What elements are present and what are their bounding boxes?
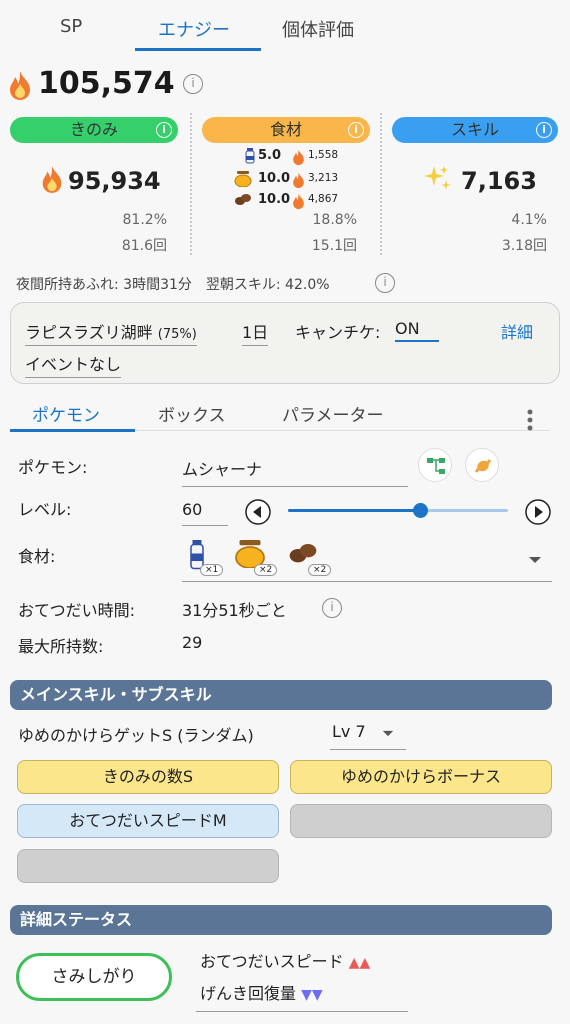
chevron-down-icon (529, 557, 541, 563)
divider (190, 113, 192, 255)
skills-section-header: メインスキル・サブスキル (10, 680, 552, 710)
skill-label: スキル (450, 120, 499, 139)
tab-pokemon[interactable]: ポケモン (32, 401, 100, 426)
skill-pct: 4.1% (511, 212, 547, 228)
tab-sp[interactable]: SP (60, 16, 82, 37)
candy-icon (474, 459, 492, 473)
berry-count: 81.6回 (121, 238, 167, 254)
down-arrow-icon: ▼▼ (301, 987, 323, 1003)
skill-count: 3.18回 (501, 238, 547, 254)
level-up-button[interactable] (524, 498, 552, 526)
subskill-button[interactable]: きのみの数S (17, 760, 279, 794)
ingredient-count-badge: ×2 (254, 564, 278, 576)
honey-icon (234, 171, 252, 187)
config-panel: ラピスラズリ湖畔 (75%) 1日 キャンチケ: ON 詳細 イベントなし (10, 302, 560, 384)
divider (380, 113, 382, 255)
flame-icon (293, 149, 304, 165)
flame-icon (10, 71, 30, 100)
flame-icon (293, 172, 304, 188)
berry-energy: 95,934 (68, 167, 161, 195)
flame-icon (293, 193, 304, 209)
berry-pct: 81.2% (122, 212, 167, 228)
camp-label: キャンチケ: (295, 323, 381, 342)
info-icon[interactable]: i (156, 122, 172, 138)
level-slider-track[interactable] (288, 503, 508, 518)
up-arrow-icon: ▲▲ (348, 955, 371, 971)
nature-up-row: おてつだいスピード ▲▲ (200, 948, 370, 972)
ingredient-count: 15.1回 (311, 238, 357, 254)
main-skill-name[interactable]: ゆめのかけらゲットS (ランダム) (18, 722, 254, 746)
level-slider-fill (288, 509, 420, 512)
ingredient-select[interactable]: ×1 ×2 ×2 (182, 538, 552, 582)
skill-level-select[interactable]: Lv 7 (330, 722, 406, 750)
ingredient-label: 食材 (269, 120, 302, 139)
pokemon-label: ポケモン: (18, 458, 88, 477)
nature-button[interactable]: さみしがり (16, 953, 172, 1001)
subskill-button-empty[interactable] (17, 849, 279, 883)
nature-underline (196, 1011, 408, 1012)
sparkle-icon (424, 166, 451, 190)
flame-icon (42, 165, 62, 193)
days-select[interactable]: 1日 (242, 319, 269, 346)
pokemon-name-input[interactable]: ムシャーナ (182, 456, 408, 487)
subskill-button[interactable]: ゆめのかけらボーナス (290, 760, 552, 794)
details-section-header: 詳細ステータス (10, 905, 552, 935)
level-slider-thumb[interactable] (413, 503, 428, 518)
level-input[interactable]: 60 (182, 500, 228, 526)
info-icon[interactable]: i (183, 74, 203, 94)
tab-evaluation[interactable]: 個体評価 (282, 16, 354, 42)
ingredient-pill: 食材 i (202, 117, 370, 143)
milk-icon (245, 148, 255, 164)
ingredient-field-label: 食材: (18, 547, 56, 566)
max-carry-value: 29 (182, 633, 203, 652)
nature-up-label: おてつだいスピード (200, 952, 344, 971)
camp-toggle[interactable]: ON (395, 319, 439, 342)
chevron-down-icon (382, 730, 394, 737)
help-time-value: 31分51秒ごと (182, 601, 287, 620)
tab-parameter[interactable]: パラメーター (282, 401, 384, 426)
top-tabs: SP エナジー 個体評価 (0, 0, 570, 54)
event-select[interactable]: イベントなし (25, 351, 122, 378)
skill-energy: 7,163 (461, 167, 537, 195)
more-menu-icon[interactable] (526, 408, 534, 432)
info-icon[interactable]: i (348, 122, 364, 138)
info-icon[interactable]: i (375, 273, 395, 293)
subskill-button-empty[interactable] (290, 804, 552, 838)
area-select[interactable]: ラピスラズリ湖畔 (75%) (25, 319, 197, 346)
area-pct: (75%) (157, 327, 197, 342)
tree-icon (427, 458, 445, 474)
max-carry-label: 最大所持数: (18, 637, 104, 656)
candy-button[interactable] (465, 448, 499, 482)
ingredient-slot: ×1 (184, 538, 224, 580)
nature-down-label: げんき回復量 (200, 984, 297, 1003)
subtab-indicator (10, 429, 135, 432)
total-energy-value: 105,574 (38, 66, 175, 101)
tab-energy[interactable]: エナジー (158, 16, 230, 42)
ingredient-slot: ×2 (234, 538, 278, 580)
coffee-icon (235, 194, 251, 205)
info-icon[interactable]: i (322, 598, 342, 618)
ingredient-count-badge: ×1 (200, 564, 224, 576)
tab-box[interactable]: ボックス (158, 401, 226, 426)
ingredient-slot: ×2 (288, 538, 332, 580)
level-down-button[interactable] (244, 498, 272, 526)
night-note: 夜間所持あふれ: 3時間31分 翌朝スキル: 42.0% (16, 277, 330, 293)
subskill-button[interactable]: おてつだいスピードM (17, 804, 279, 838)
coffee-icon (289, 544, 317, 563)
help-time-label: おてつだい時間: (18, 601, 136, 620)
area-name: ラピスラズリ湖畔 (25, 323, 153, 342)
detail-link[interactable]: 詳細 (501, 319, 533, 343)
level-label: レベル: (18, 500, 72, 519)
tab-indicator (135, 48, 261, 51)
skill-level-value: Lv 7 (332, 722, 366, 741)
evolution-button[interactable] (418, 448, 452, 482)
berry-pill: きのみ i (10, 117, 178, 143)
info-icon[interactable]: i (536, 122, 552, 138)
ingredient-count-badge: ×2 (308, 564, 332, 576)
skill-pill: スキル i (392, 117, 558, 143)
ingredient-pct: 18.8% (312, 212, 357, 228)
nature-down-row: げんき回復量 ▼▼ (200, 980, 323, 1004)
berry-label: きのみ (69, 120, 118, 139)
